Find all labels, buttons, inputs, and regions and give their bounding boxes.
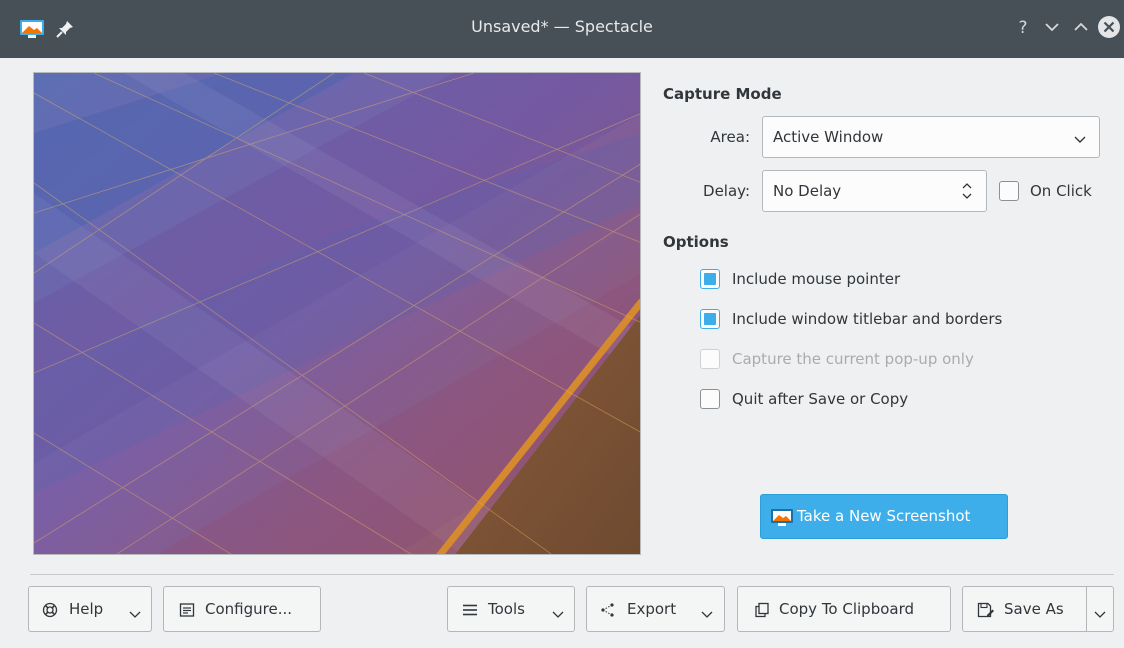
window-title: Unsaved* — Spectacle [471,17,653,36]
quit-after-save-label: Quit after Save or Copy [732,390,909,408]
help-icon[interactable]: ? [1010,14,1036,40]
export-button[interactable]: Export [586,586,725,632]
lifebuoy-icon [42,602,58,622]
help-glyph: ? [1018,18,1027,38]
quit-after-save-checkbox[interactable] [700,389,720,409]
capture-popup-only-checkbox [700,349,720,369]
area-label: Area: [710,128,750,146]
save-as-button[interactable]: Save As [962,586,1114,632]
configure-icon [179,602,195,622]
export-label: Export [627,600,677,618]
hamburger-menu-icon [462,602,478,622]
screenshot-preview[interactable] [33,72,641,555]
copy-to-clipboard-label: Copy To Clipboard [779,600,915,618]
save-as-icon [977,602,995,622]
configure-button[interactable]: Configure... [163,586,321,632]
help-label: Help [69,600,104,618]
close-icon[interactable] [1096,14,1122,40]
take-new-screenshot-button[interactable]: Take a New Screenshot [760,494,1008,539]
minimize-icon[interactable] [1039,14,1065,40]
include-titlebar-checkbox[interactable] [700,309,720,329]
help-button[interactable]: Help [28,586,152,632]
area-value: Active Window [773,128,884,146]
capture-mode-heading: Capture Mode [663,85,782,103]
on-click-label: On Click [1030,182,1092,200]
split-divider [1086,587,1087,631]
take-new-screenshot-label: Take a New Screenshot [797,507,971,525]
copy-to-clipboard-button[interactable]: Copy To Clipboard [737,586,951,632]
configure-label: Configure... [205,600,293,618]
chevron-down-icon [701,605,713,623]
chevron-down-icon [129,605,141,623]
capture-popup-only-label: Capture the current pop-up only [732,350,974,368]
include-mouse-pointer-label: Include mouse pointer [732,270,901,288]
share-icon [599,602,617,622]
tools-label: Tools [488,600,525,618]
title-bar: Unsaved* — Spectacle ? [0,0,1124,58]
save-as-dropdown-chevron-icon[interactable] [1094,605,1106,623]
screenshot-icon [771,509,793,530]
footer-separator [30,574,1114,575]
include-titlebar-label: Include window titlebar and borders [732,310,1003,328]
area-combobox[interactable]: Active Window [762,116,1100,158]
delay-spinbox[interactable]: No Delay [762,170,987,212]
maximize-icon[interactable] [1068,14,1094,40]
copy-icon [754,602,770,622]
chevron-down-icon [552,605,564,623]
chevron-down-icon [1073,131,1087,149]
options-heading: Options [663,233,729,251]
delay-value: No Delay [773,182,842,200]
on-click-checkbox[interactable] [999,181,1019,201]
spin-up-down-icon[interactable] [960,180,974,206]
delay-label: Delay: [703,182,750,200]
include-mouse-pointer-checkbox[interactable] [700,269,720,289]
tools-button[interactable]: Tools [447,586,575,632]
save-as-label: Save As [1004,600,1064,618]
